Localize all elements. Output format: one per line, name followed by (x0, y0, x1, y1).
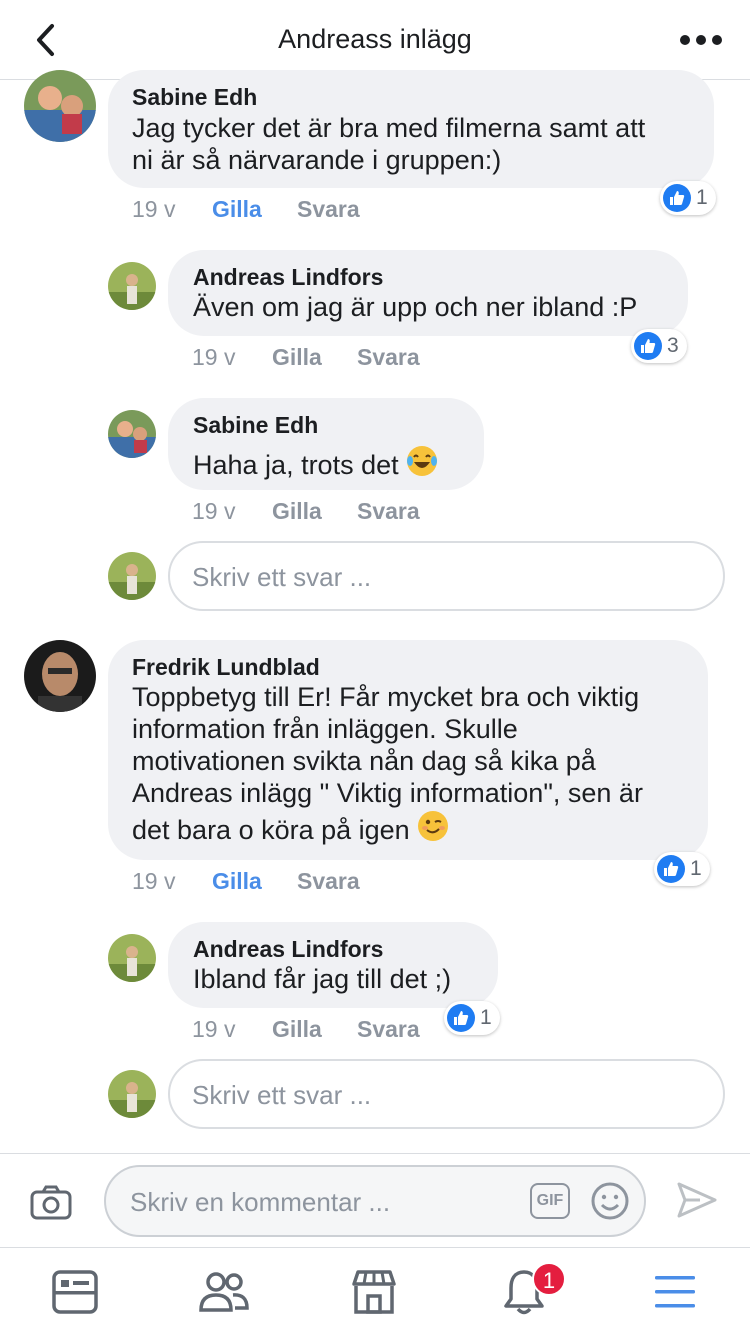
reply-button[interactable]: Svara (297, 868, 360, 895)
avatar-andreas[interactable] (108, 262, 156, 310)
emoji-icon[interactable] (590, 1181, 630, 1226)
thumbs-up-icon (634, 332, 662, 360)
camera-icon[interactable] (30, 1184, 72, 1225)
reaction-summary[interactable]: 1 (654, 852, 710, 886)
thumbs-up-icon (663, 184, 691, 212)
like-button[interactable]: Gilla (272, 344, 322, 371)
comment-author[interactable]: Sabine Edh (132, 84, 257, 111)
reaction-summary[interactable]: 3 (631, 329, 687, 363)
comment-line: Även om jag är upp och ner ibland :P (193, 292, 638, 322)
avatar-fredrik[interactable] (24, 640, 96, 712)
comment-line: ni är så närvarande i gruppen:) (132, 145, 502, 175)
marketplace-icon[interactable] (344, 1266, 404, 1318)
reply-input[interactable]: Skriv ett svar ... (168, 1059, 725, 1129)
reply-placeholder: Skriv ett svar ... (192, 1080, 372, 1110)
reaction-count: 1 (696, 186, 708, 209)
comment-text: Jag tycker det är bra med filmerna samt … (132, 112, 645, 176)
comment-author[interactable]: Fredrik Lundblad (132, 654, 320, 681)
more-dots-icon[interactable] (678, 24, 724, 56)
comment-text: Toppbetyg till Er! Får mycket bra och vi… (132, 681, 643, 850)
comment-timestamp: 19 v (132, 868, 176, 894)
comment-line: Jag tycker det är bra med filmerna samt … (132, 113, 646, 143)
notification-badge: 1 (532, 1262, 566, 1296)
comment-author[interactable]: Andreas Lindfors (193, 264, 383, 291)
comment-line: Ibland får jag till det ;) (193, 964, 452, 994)
comment-input[interactable]: Skriv en kommentar ... GIF (104, 1165, 646, 1237)
comment-timestamp: 19 v (132, 196, 176, 222)
comment-composer: Skriv en kommentar ... GIF (0, 1153, 750, 1247)
menu-icon[interactable] (645, 1266, 705, 1318)
news-feed-icon[interactable] (45, 1266, 105, 1318)
reaction-count: 1 (480, 1006, 492, 1029)
reaction-summary[interactable]: 1 (444, 1001, 500, 1035)
gif-button[interactable]: GIF (530, 1183, 570, 1219)
top-bar: Andreass inlägg (0, 0, 750, 80)
like-button[interactable]: Gilla (212, 196, 262, 223)
avatar-current-user (108, 552, 156, 600)
like-button[interactable]: Gilla (272, 1016, 322, 1043)
comment-line: Haha ja, trots det (193, 449, 399, 480)
send-icon[interactable] (676, 1180, 718, 1225)
friends-icon[interactable] (194, 1266, 254, 1318)
reaction-count: 1 (690, 857, 702, 880)
page-title: Andreass inlägg (278, 24, 472, 54)
avatar-current-user (108, 1070, 156, 1118)
comment-line: motivationen svikta nån dag så kika på (132, 746, 596, 776)
avatar-andreas[interactable] (108, 934, 156, 982)
like-button[interactable]: Gilla (272, 498, 322, 525)
comment-timestamp: 19 v (192, 498, 236, 524)
avatar-sabine[interactable] (108, 410, 156, 458)
comment-text: Haha ja, trots det (193, 444, 439, 485)
comment-line: Toppbetyg till Er! Får mycket bra och vi… (132, 682, 640, 712)
comment-text: Även om jag är upp och ner ibland :P (193, 291, 637, 323)
laughing-tears-emoji (405, 444, 439, 485)
comment-line: det bara o köra på igen (132, 814, 410, 845)
reply-button[interactable]: Svara (357, 498, 420, 525)
reply-placeholder: Skriv ett svar ... (192, 562, 372, 592)
bottom-tab-bar: 1 (0, 1247, 750, 1334)
comment-line: Andreas inlägg " Viktig information", se… (132, 778, 643, 808)
comment-author[interactable]: Sabine Edh (193, 412, 318, 439)
comment-text: Ibland får jag till det ;) (193, 963, 451, 995)
comment-placeholder: Skriv en kommentar ... (130, 1187, 391, 1217)
like-button[interactable]: Gilla (212, 868, 262, 895)
avatar-sabine[interactable] (24, 70, 96, 142)
reaction-count: 3 (667, 334, 679, 357)
thumbs-up-icon (447, 1004, 475, 1032)
thumbs-up-icon (657, 855, 685, 883)
comment-timestamp: 19 v (192, 1016, 236, 1042)
comment-timestamp: 19 v (192, 344, 236, 370)
reaction-summary[interactable]: 1 (660, 181, 716, 215)
reply-input[interactable]: Skriv ett svar ... (168, 541, 725, 611)
reply-button[interactable]: Svara (357, 1016, 420, 1043)
comment-author[interactable]: Andreas Lindfors (193, 936, 383, 963)
comment-line: information från inläggen. Skulle (132, 714, 518, 744)
wink-emoji (416, 809, 450, 850)
reply-button[interactable]: Svara (357, 344, 420, 371)
reply-button[interactable]: Svara (297, 196, 360, 223)
